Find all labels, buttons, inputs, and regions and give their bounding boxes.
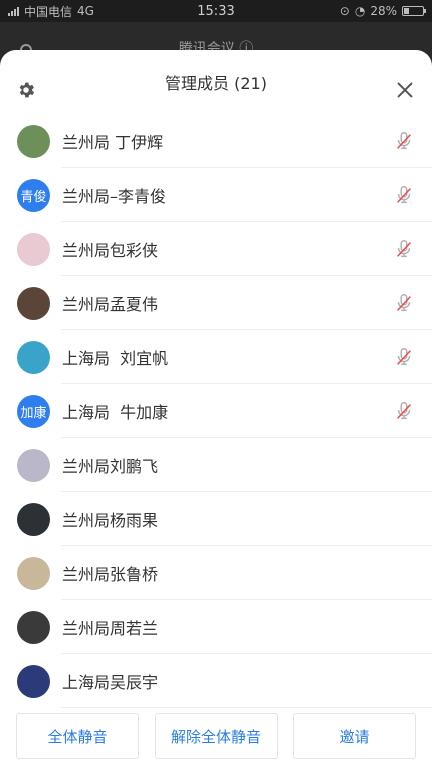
member-name: 上海局吴辰宇 bbox=[62, 673, 159, 692]
member-row[interactable]: 兰州局张鲁桥 bbox=[0, 546, 432, 600]
member-name: 兰州局孟夏伟 bbox=[62, 295, 159, 314]
alarm-icon: ◔ bbox=[354, 4, 366, 18]
mic-muted-icon[interactable] bbox=[393, 400, 415, 422]
member-name: 兰州局周若兰 bbox=[62, 619, 159, 638]
member-name: 兰州局 丁伊辉 bbox=[62, 133, 164, 152]
avatar bbox=[17, 610, 50, 644]
member-row[interactable]: 上海局吴辰宇 bbox=[0, 654, 432, 708]
mute-all-button[interactable]: 全体静音 bbox=[16, 713, 139, 759]
member-row[interactable]: 上海局 刘宜帆 bbox=[0, 330, 432, 384]
member-row[interactable]: 兰州局孟夏伟 bbox=[0, 276, 432, 330]
sheet-footer: 全体静音 解除全体静音 邀请 bbox=[0, 713, 432, 768]
member-name: 兰州局杨雨果 bbox=[62, 511, 159, 530]
member-name: 兰州局–李青俊 bbox=[62, 187, 167, 206]
mic-muted-icon[interactable] bbox=[393, 130, 415, 152]
member-row[interactable]: 兰州局 丁伊辉 bbox=[0, 114, 432, 168]
member-row[interactable]: 加康 上海局 牛加康 bbox=[0, 384, 432, 438]
avatar bbox=[17, 232, 50, 266]
network-label: 4G bbox=[77, 4, 94, 18]
status-bar: 中国电信 4G 15:33 ⊙ ◔ 28% bbox=[0, 0, 432, 22]
close-icon[interactable] bbox=[394, 79, 416, 101]
sheet-title: 管理成员 (21) bbox=[165, 74, 267, 93]
mic-muted-icon[interactable] bbox=[393, 346, 415, 368]
unmute-all-button[interactable]: 解除全体静音 bbox=[154, 713, 278, 759]
member-row[interactable]: 青俊 兰州局–李青俊 bbox=[0, 168, 432, 222]
avatar bbox=[17, 502, 50, 536]
member-name: 兰州局张鲁桥 bbox=[62, 565, 159, 584]
avatar bbox=[17, 664, 50, 698]
avatar bbox=[17, 556, 50, 590]
member-row[interactable]: 兰州局杨雨果 bbox=[0, 492, 432, 546]
member-list: 兰州局 丁伊辉 青俊 兰州局–李青俊 兰州局包彩侠 兰州局孟夏伟 上海局 刘宜帆 … bbox=[0, 114, 432, 708]
avatar bbox=[17, 124, 50, 158]
carrier-label: 中国电信 bbox=[24, 4, 73, 19]
avatar bbox=[17, 340, 50, 374]
member-name: 上海局 牛加康 bbox=[62, 403, 169, 422]
gear-icon[interactable] bbox=[16, 80, 36, 100]
mic-muted-icon[interactable] bbox=[393, 292, 415, 314]
battery-icon bbox=[402, 6, 426, 16]
member-name: 上海局 刘宜帆 bbox=[62, 349, 169, 368]
member-name: 兰州局刘鹏飞 bbox=[62, 457, 159, 476]
sheet-header: 管理成员 (21) bbox=[0, 50, 432, 114]
mic-muted-icon[interactable] bbox=[393, 238, 415, 260]
signal-icon bbox=[8, 6, 19, 16]
status-right: ⊙ ◔ 28% bbox=[339, 4, 426, 18]
member-row[interactable]: 兰州局包彩侠 bbox=[0, 222, 432, 276]
battery-percent: 28% bbox=[370, 4, 397, 18]
avatar bbox=[17, 448, 50, 482]
orientation-lock-icon: ⊙ bbox=[339, 4, 350, 18]
manage-members-sheet: 管理成员 (21) 兰州局 丁伊辉 青俊 兰州局–李青俊 兰州局包彩侠 兰州局孟夏… bbox=[0, 50, 432, 768]
status-left: 中国电信 4G bbox=[8, 3, 94, 20]
avatar: 青俊 bbox=[17, 178, 50, 212]
invite-button[interactable]: 邀请 bbox=[293, 713, 416, 759]
member-row[interactable]: 兰州局刘鹏飞 bbox=[0, 438, 432, 492]
member-name: 兰州局包彩侠 bbox=[62, 241, 159, 260]
mic-muted-icon[interactable] bbox=[393, 184, 415, 206]
avatar bbox=[17, 286, 50, 320]
avatar: 加康 bbox=[17, 394, 50, 428]
member-row[interactable]: 兰州局周若兰 bbox=[0, 600, 432, 654]
